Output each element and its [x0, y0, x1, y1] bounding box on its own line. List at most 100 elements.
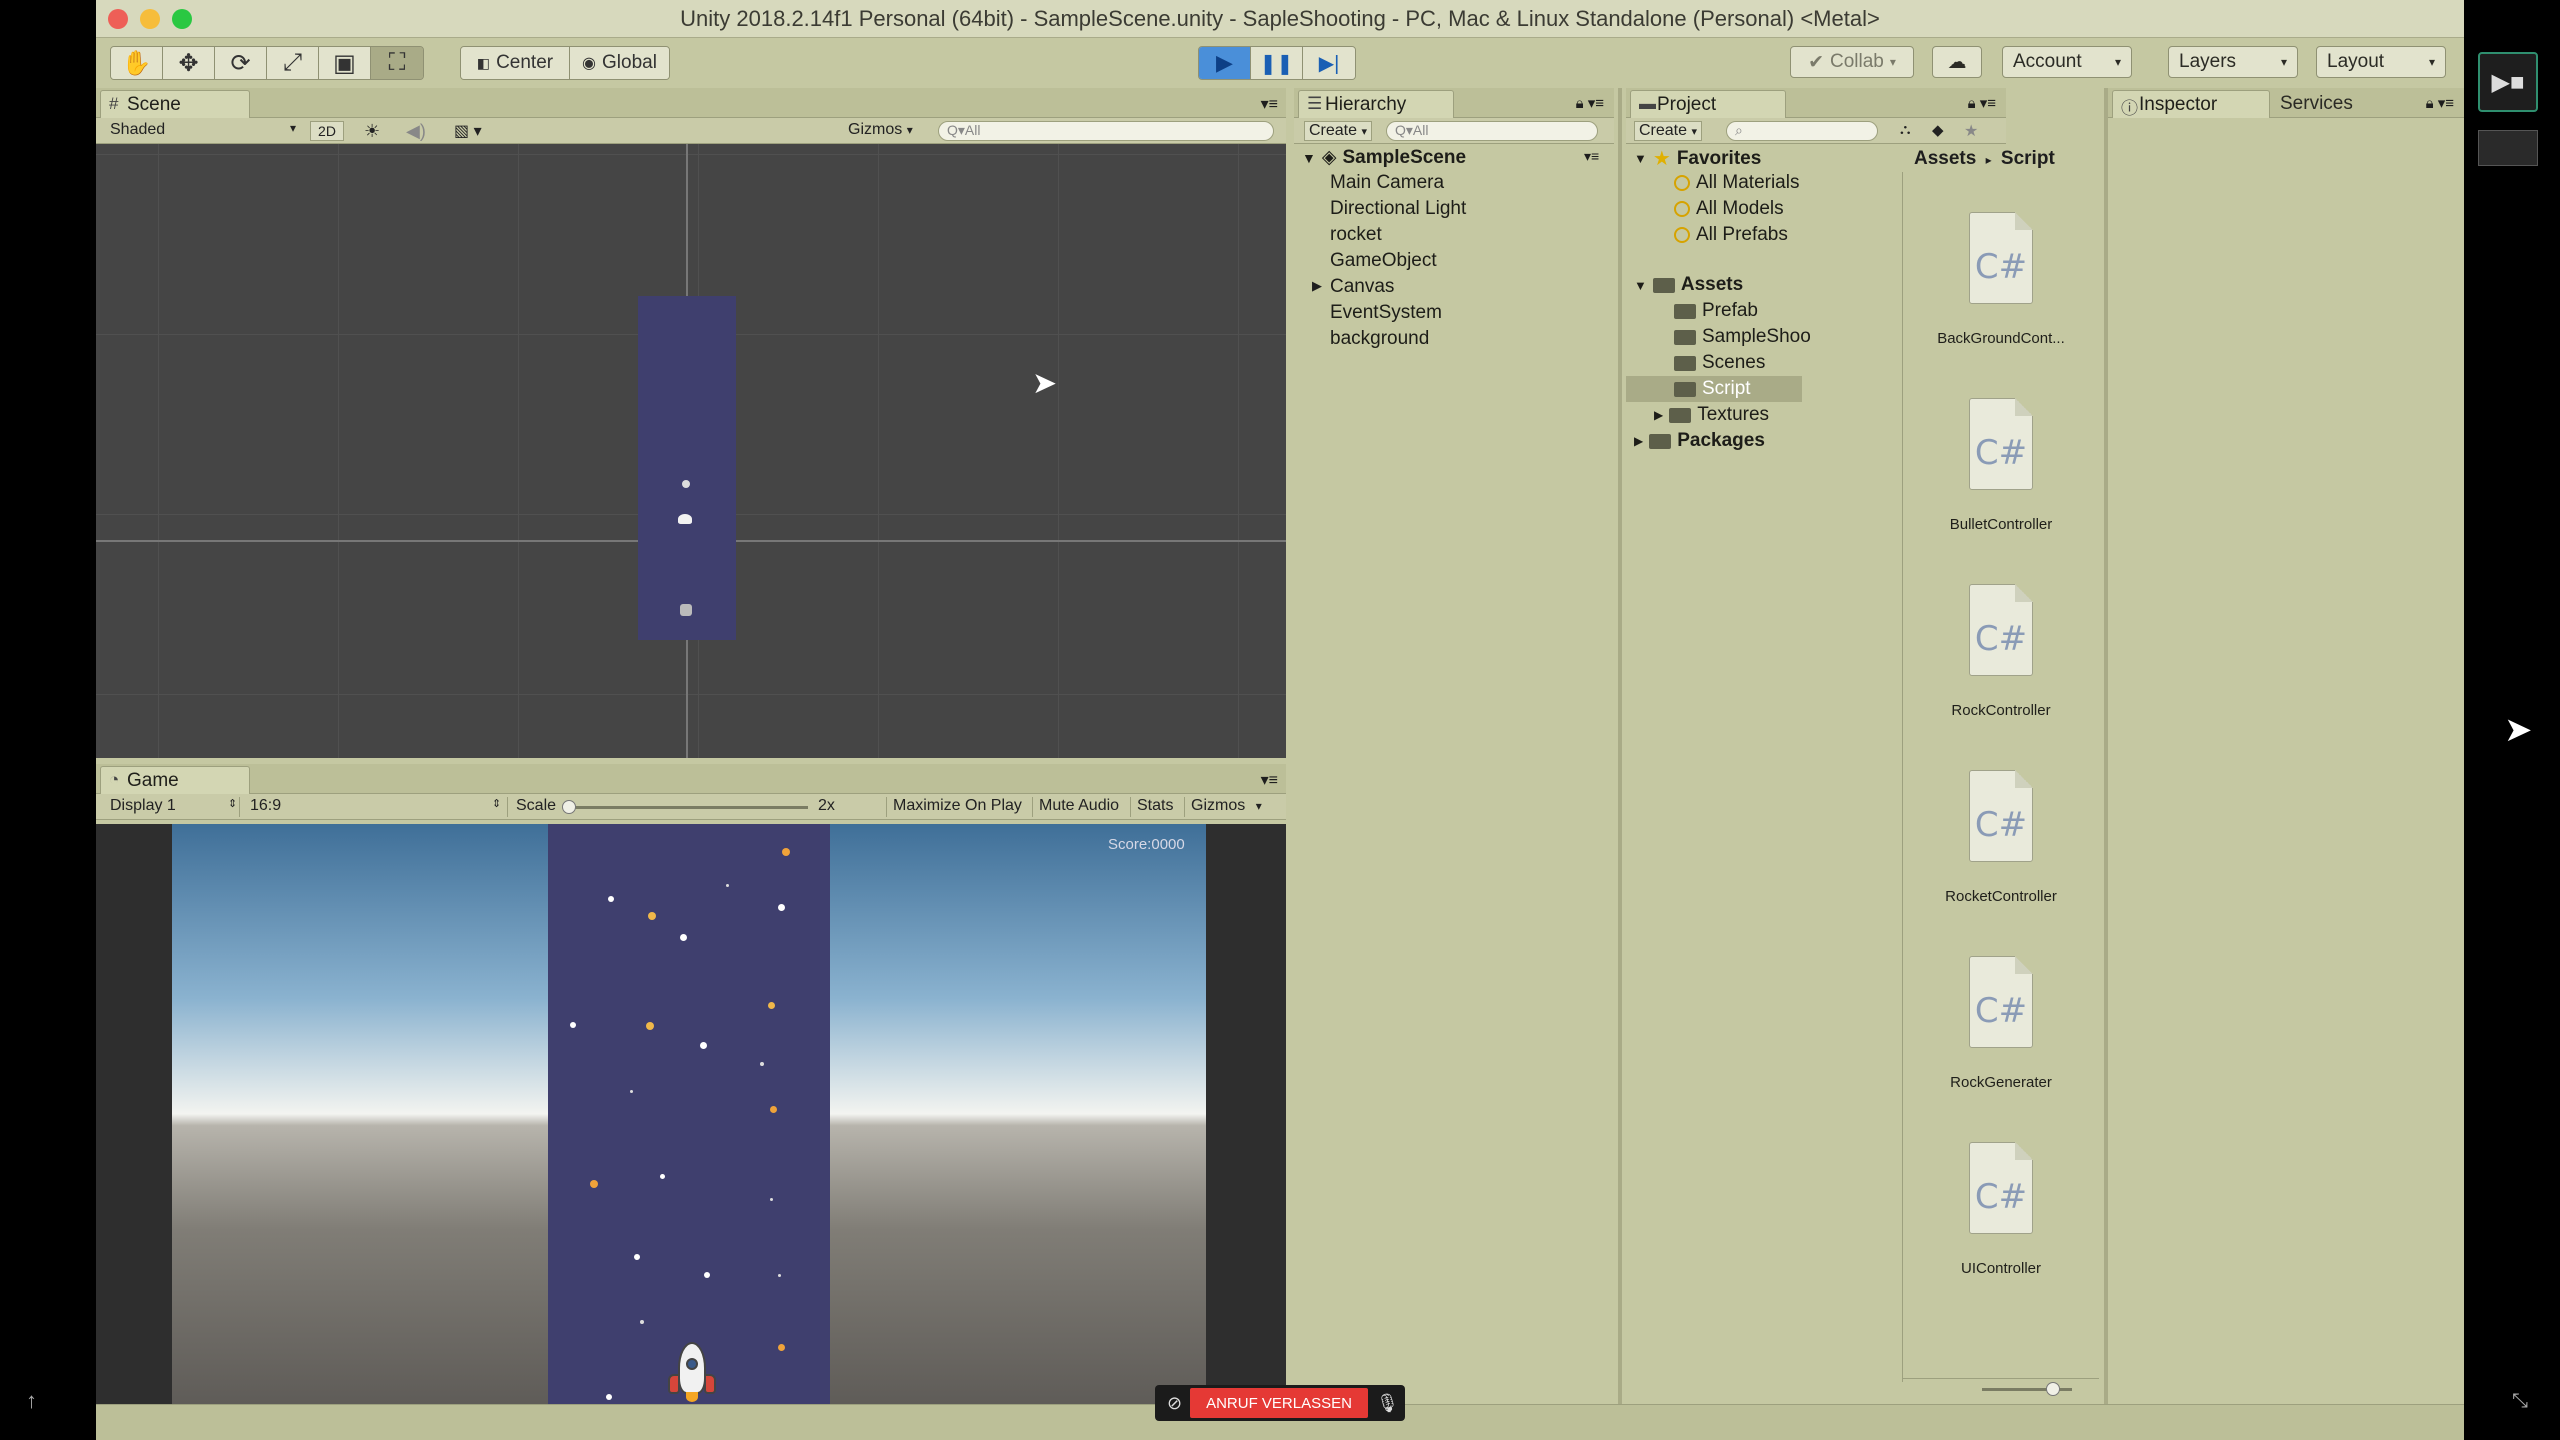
audio-icon[interactable]: ◀) — [406, 121, 426, 141]
asset-file[interactable]: C# RocketController — [1903, 770, 2099, 910]
scene-background-sprite[interactable] — [638, 296, 736, 640]
csharp-file-icon: C# — [1969, 956, 2033, 1048]
hierarchy-search-input[interactable]: Q▾All — [1386, 121, 1598, 141]
layout-dropdown[interactable]: Layout ▾ — [2316, 46, 2446, 78]
panel-divider[interactable] — [1618, 88, 1622, 1404]
game-view[interactable]: Score:0000 — [96, 824, 1286, 1404]
panel-menu-icon[interactable]: ▾≡ — [1261, 94, 1278, 114]
tree-folder-textures[interactable]: ▶ Textures — [1654, 404, 1769, 426]
mute-audio-toggle[interactable]: Mute Audio — [1032, 797, 1128, 817]
camera-off-icon[interactable]: ⊘ — [1167, 1393, 1182, 1414]
asset-file[interactable]: C# UIController — [1903, 1142, 2099, 1282]
collapse-icon[interactable]: ⤡ — [2512, 1390, 2528, 1413]
triangle-right-icon: ▶ — [1634, 434, 1644, 448]
hierarchy-item-main-camera[interactable]: Main Camera — [1330, 172, 1444, 194]
hierarchy-create-dropdown[interactable]: Create ▾ — [1304, 121, 1373, 141]
icon-size-slider-thumb[interactable] — [2046, 1382, 2060, 1396]
project-create-dropdown[interactable]: Create ▾ — [1634, 121, 1703, 141]
scale-slider[interactable] — [562, 800, 808, 814]
icon-size-slider[interactable] — [1982, 1382, 2072, 1396]
tree-folder-sampleshooting-label: SampleShoo — [1702, 326, 1811, 347]
move-tool-icon[interactable]: ✥ — [163, 47, 215, 79]
play-button[interactable]: ▶ — [1199, 47, 1251, 79]
lock-icon[interactable]: 🔒︎ ▾≡ — [2426, 94, 2454, 112]
pivot-toggles: ◧ Center ◉ Global — [460, 46, 670, 80]
shading-dropdown[interactable]: Shaded ▾ — [110, 121, 310, 141]
mode-2d-toggle[interactable]: 2D — [310, 121, 344, 141]
microphone-icon[interactable]: 🎙︎ — [1376, 1393, 1399, 1414]
asset-file[interactable]: C# RockGenerater — [1903, 956, 2099, 1096]
lock-icon[interactable]: 🔒︎ ▾≡ — [1968, 94, 1996, 112]
display-dropdown[interactable]: Display 1 ⇕ — [110, 797, 240, 817]
scene-view[interactable]: ➤ — [96, 144, 1286, 758]
lock-icon[interactable]: 🔒︎ ▾≡ — [1576, 94, 1604, 112]
collab-dropdown[interactable]: ✔ Collab ▾ — [1790, 46, 1914, 78]
hierarchy-item-background[interactable]: background — [1330, 328, 1429, 350]
scene-search-input[interactable]: Q▾All — [938, 121, 1274, 141]
tree-folder-script[interactable]: Script — [1674, 378, 1751, 400]
tag-icon[interactable]: ◆ — [1932, 121, 1944, 141]
panel-menu-icon[interactable]: ▾≡ — [1261, 770, 1278, 790]
breadcrumb-script[interactable]: Script — [2001, 148, 2055, 169]
tree-all-models[interactable]: All Models — [1674, 198, 1784, 220]
breadcrumb-assets[interactable]: Assets — [1914, 148, 1976, 169]
hand-tool-icon[interactable]: ✋ — [111, 47, 163, 79]
rect-tool-icon[interactable]: ▣ — [319, 47, 371, 79]
gizmos-dropdown[interactable]: Gizmos ▾ — [848, 121, 913, 141]
tree-folder-scenes[interactable]: Scenes — [1674, 352, 1765, 374]
tree-folder-prefab[interactable]: Prefab — [1674, 300, 1758, 322]
asset-file[interactable]: C# RockController — [1903, 584, 2099, 724]
pivot-global-button[interactable]: ◉ Global — [569, 47, 669, 79]
tab-hierarchy[interactable]: ☰ Hierarchy — [1298, 90, 1454, 118]
arrow-up-icon[interactable]: ↑ — [26, 1388, 37, 1414]
hierarchy-item-canvas[interactable]: Canvas — [1330, 276, 1394, 298]
tree-packages[interactable]: ▶ Packages — [1634, 430, 1765, 452]
leave-call-button[interactable]: ANRUF VERLASSEN — [1190, 1388, 1368, 1418]
tab-inspector[interactable]: ⓘ Inspector — [2112, 90, 2270, 118]
title-bar: Unity 2018.2.14f1 Personal (64bit) - Sam… — [96, 0, 2464, 38]
scene-menu-icon[interactable]: ▾≡ — [1584, 148, 1599, 165]
pivot-center-button[interactable]: ◧ Center — [461, 47, 570, 79]
asset-file[interactable]: C# BackGroundCont... — [1903, 212, 2099, 352]
hierarchy-item-gameobject[interactable]: GameObject — [1330, 250, 1437, 272]
asset-file[interactable]: C# BulletController — [1903, 398, 2099, 538]
project-search-input[interactable]: ⌕ — [1726, 121, 1878, 141]
star-filter-icon[interactable]: ★ — [1964, 121, 1978, 141]
layers-dropdown[interactable]: Layers ▾ — [2168, 46, 2298, 78]
camera-icon[interactable]: ▶■ — [2478, 52, 2538, 112]
lighting-icon[interactable]: ☀ — [364, 121, 380, 141]
maximize-on-play-toggle[interactable]: Maximize On Play — [886, 797, 1030, 817]
tab-game[interactable]: ◔ Game — [100, 766, 250, 794]
hierarchy-item-rocket[interactable]: rocket — [1330, 224, 1382, 246]
scale-slider-thumb[interactable] — [562, 800, 576, 814]
tree-assets[interactable]: ▼ Assets — [1634, 274, 1743, 296]
scene-rocket-sprite[interactable] — [678, 514, 692, 524]
stats-toggle[interactable]: Stats — [1130, 797, 1180, 817]
rotate-tool-icon[interactable]: ⟳ — [215, 47, 267, 79]
tree-all-materials[interactable]: All Materials — [1674, 172, 1799, 194]
game-space-background — [548, 824, 830, 1404]
tree-all-prefabs[interactable]: All Prefabs — [1674, 224, 1788, 246]
tab-project[interactable]: ▬ Project — [1630, 90, 1786, 118]
tree-favorites[interactable]: ▼ ★ Favorites — [1634, 146, 1761, 171]
tree-folder-sampleshooting[interactable]: SampleShoo — [1674, 326, 1811, 348]
transform-tool-icon[interactable]: ⛶ — [371, 47, 423, 79]
filter-type-icon[interactable]: ⛬ — [1900, 121, 1911, 141]
triangle-right-icon[interactable]: ▶ — [1312, 278, 1322, 294]
tab-scene[interactable]: # Scene — [100, 90, 250, 118]
hierarchy-item-eventsystem[interactable]: EventSystem — [1330, 302, 1442, 324]
scale-tool-icon[interactable]: ⤢ — [267, 47, 319, 79]
step-button[interactable]: ▶| — [1303, 47, 1355, 79]
hierarchy-scene-row[interactable]: ▼ ◈ SampleScene — [1302, 146, 1466, 169]
account-dropdown[interactable]: Account ▾ — [2002, 46, 2132, 78]
effects-icon[interactable]: ▧ ▾ — [454, 121, 482, 141]
pause-button[interactable]: ❚❚ — [1251, 47, 1303, 79]
game-gizmos-dropdown[interactable]: Gizmos ▾ — [1184, 797, 1280, 817]
screen-share-thumbnail[interactable] — [2478, 130, 2538, 166]
scene-object-marker[interactable] — [682, 480, 690, 488]
aspect-dropdown[interactable]: 16:9 ⇕ — [250, 797, 508, 817]
tab-services[interactable]: Services — [2280, 93, 2353, 115]
scene-camera-icon[interactable] — [680, 604, 692, 616]
hierarchy-item-directional-light[interactable]: Directional Light — [1330, 198, 1466, 220]
cloud-button[interactable]: ☁ — [1932, 46, 1982, 78]
